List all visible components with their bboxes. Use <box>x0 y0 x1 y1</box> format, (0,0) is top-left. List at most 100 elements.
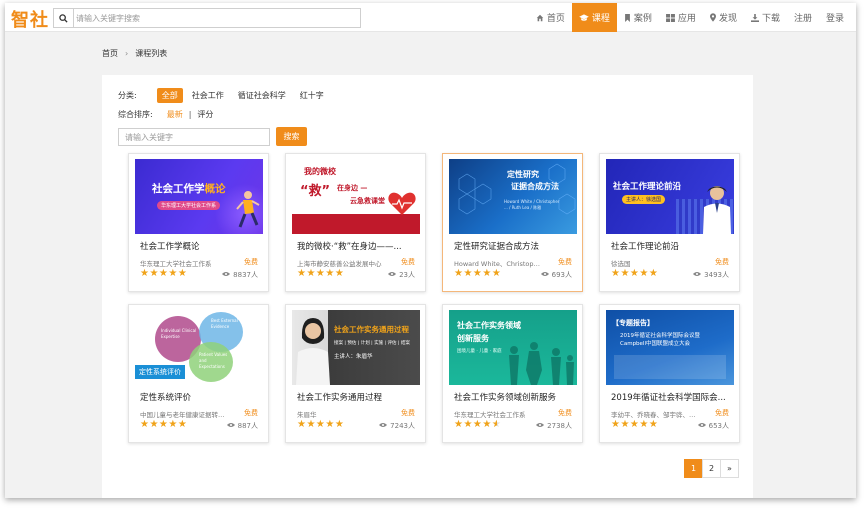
thumb-subtitle: 华东理工大学社会工作系 <box>157 201 221 210</box>
course-card[interactable]: 社会工作学概论 华东理工大学社会工作系 社会工作学概论 华东理工大学社会工作系 … <box>128 153 269 292</box>
course-title[interactable]: 社会工作理论前沿 <box>611 240 736 252</box>
course-card[interactable]: 社会工作实务通用过程 接案 | 预估 | 计划 | 实施 | 评估 | 结案 主… <box>285 304 426 443</box>
page-button-1[interactable]: 1 <box>684 459 703 478</box>
page-button-2[interactable]: 2 <box>702 459 721 478</box>
nav-discover[interactable]: 发现 <box>703 3 744 32</box>
view-count-value: 3493人 <box>704 271 729 279</box>
course-org: 李幼平、乔晓春、邹宇骅、李... <box>611 411 699 419</box>
course-title[interactable]: 定性系统评价 <box>140 391 265 403</box>
view-count-value: 2738人 <box>547 422 572 430</box>
sort-filter: 综合排序: 最新 | 评分 <box>118 109 213 120</box>
breadcrumb: 首页 › 课程列表 <box>102 48 167 59</box>
eye-icon <box>536 422 545 430</box>
sort-newest[interactable]: 最新 <box>167 109 183 120</box>
course-thumbnail[interactable]: 社会工作学概论 华东理工大学社会工作系 <box>135 159 263 234</box>
circle-label-3: Patient Values and Expectations <box>199 352 228 369</box>
course-card[interactable]: 社会工作实务领域 创新服务 困境儿童 · 儿童 · 家庭 社会工作实务领域创新服… <box>442 304 583 443</box>
course-title[interactable]: 2019年循证社会科学国际会... <box>611 391 736 403</box>
thumb-title: 定性研究 <box>507 170 539 179</box>
view-count: 653人 <box>697 421 729 431</box>
next-page-button[interactable]: » <box>720 459 739 478</box>
course-thumbnail[interactable]: 社会工作理论前沿 主讲人：徐选国 <box>606 159 734 234</box>
course-title[interactable]: 我的微校·“救”在身边——... <box>297 240 422 252</box>
course-list-panel: 分类: 全部 社会工作 循证社会科学 红十字 综合排序: 最新 | 评分 搜索 … <box>102 75 753 498</box>
view-count: 887人 <box>226 421 258 431</box>
global-search-input[interactable] <box>76 9 356 27</box>
star-rating: ★★★★★ <box>140 419 188 430</box>
thumb-subtitle: 在身边 — <box>337 184 368 192</box>
course-card[interactable]: Individual Clinical Expertise Best Exter… <box>128 304 269 443</box>
nav-cases[interactable]: 案例 <box>617 3 659 32</box>
nav-home[interactable]: 首页 <box>529 3 572 32</box>
sort-rating[interactable]: 评分 <box>197 109 213 120</box>
thumb-title: 2019年循证社会科学国际会议暨Campbell中国联盟成立大会 <box>620 333 700 347</box>
download-icon <box>750 13 759 22</box>
course-card[interactable]: 定性研究 证据合成方法 Howard White / Christopher .… <box>442 153 583 292</box>
nav-cases-label: 案例 <box>633 14 652 24</box>
nav-discover-label: 发现 <box>718 14 737 24</box>
course-price: 免费 <box>244 258 258 266</box>
main-nav: 首页 课程 案例 应用 发现 下载 注册 登录 <box>529 3 856 32</box>
course-title[interactable]: 社会工作实务领域创新服务 <box>454 391 579 403</box>
nav-home-label: 首页 <box>546 14 565 24</box>
map-pin-icon <box>709 13 716 22</box>
eye-icon <box>693 271 702 279</box>
site-logo[interactable]: 智社 <box>11 6 49 32</box>
category-chip-red-cross[interactable]: 红十字 <box>295 88 329 103</box>
view-count-value: 8837人 <box>233 271 258 279</box>
nav-courses[interactable]: 课程 <box>571 3 617 32</box>
course-price: 免费 <box>558 409 572 417</box>
eye-icon <box>222 271 231 279</box>
sort-separator: | <box>188 110 192 119</box>
course-org: 华东理工大学社会工作系 <box>140 260 212 268</box>
thumb-accent: 创新服务 <box>457 334 489 343</box>
keyword-search-button[interactable]: 搜索 <box>276 127 307 146</box>
thumb-subtitle-2: 云急救课堂 <box>350 197 385 205</box>
course-title[interactable]: 社会工作实务通用过程 <box>297 391 422 403</box>
thumb-title: 我的微校 <box>304 167 336 176</box>
star-rating: ★★★★★ <box>140 268 188 279</box>
home-icon <box>536 14 544 22</box>
runner-figure <box>236 191 260 228</box>
thumb-title: 社会工作实务领域 <box>457 321 521 330</box>
thumb-title: 社会工作实务通用过程 <box>334 325 409 334</box>
nav-download[interactable]: 下载 <box>744 3 787 32</box>
view-count-value: 23人 <box>399 271 415 279</box>
course-title[interactable]: 社会工作学概论 <box>140 240 265 252</box>
bookmark-icon <box>624 13 631 22</box>
course-org: Howard White、Christopher... <box>454 260 542 268</box>
course-title[interactable]: 定性研究证据合成方法 <box>454 240 579 252</box>
category-chip-all[interactable]: 全部 <box>156 88 183 103</box>
breadcrumb-home[interactable]: 首页 <box>102 48 118 59</box>
course-thumbnail[interactable]: 定性研究 证据合成方法 Howard White / Christopher .… <box>449 159 577 234</box>
category-chip-evidence-based[interactable]: 循证社会科学 <box>233 88 291 103</box>
nav-courses-label: 课程 <box>591 14 610 24</box>
course-thumbnail[interactable]: 社会工作实务领域 创新服务 困境儿童 · 儿童 · 家庭 <box>449 310 577 385</box>
category-label: 分类: <box>118 91 137 100</box>
course-price: 免费 <box>244 409 258 417</box>
view-count: 23人 <box>388 270 415 280</box>
speaker-photo <box>703 186 731 234</box>
thumb-accent: “救” <box>300 184 331 199</box>
view-count: 2738人 <box>536 421 572 431</box>
course-card[interactable]: 社会工作理论前沿 主讲人：徐选国 社会工作理论前沿 徐选国 免费 ★★★★★ 3… <box>599 153 740 292</box>
top-navbar: 智社 首页 课程 案例 应用 <box>5 3 856 32</box>
category-chip-social-work[interactable]: 社会工作 <box>187 88 229 103</box>
nav-register[interactable]: 注册 <box>787 3 819 32</box>
keyword-input[interactable] <box>118 128 270 146</box>
course-card[interactable]: 【专题报告】 2019年循证社会科学国际会议暨Campbell中国联盟成立大会 … <box>599 304 740 443</box>
nav-login-label: 登录 <box>825 14 844 24</box>
course-org: 华东理工大学社会工作系 <box>454 411 526 419</box>
course-thumbnail[interactable]: 我的微校 “救” 在身边 — 云急救课堂 <box>292 159 420 234</box>
search-icon[interactable] <box>54 9 74 27</box>
course-card[interactable]: 我的微校 “救” 在身边 — 云急救课堂 我的微校·“救”在身边——... 上海… <box>285 153 426 292</box>
view-count: 693人 <box>540 270 572 280</box>
course-thumbnail[interactable]: 社会工作实务通用过程 接案 | 预估 | 计划 | 实施 | 评估 | 结案 主… <box>292 310 420 385</box>
course-thumbnail[interactable]: Individual Clinical Expertise Best Exter… <box>135 310 263 385</box>
nav-apps[interactable]: 应用 <box>659 3 703 32</box>
course-price: 免费 <box>401 258 415 266</box>
nav-login[interactable]: 登录 <box>819 3 856 32</box>
heart-icon <box>388 192 416 215</box>
course-thumbnail[interactable]: 【专题报告】 2019年循证社会科学国际会议暨Campbell中国联盟成立大会 <box>606 310 734 385</box>
thumb-title: 社会工作理论前沿 <box>613 182 682 192</box>
